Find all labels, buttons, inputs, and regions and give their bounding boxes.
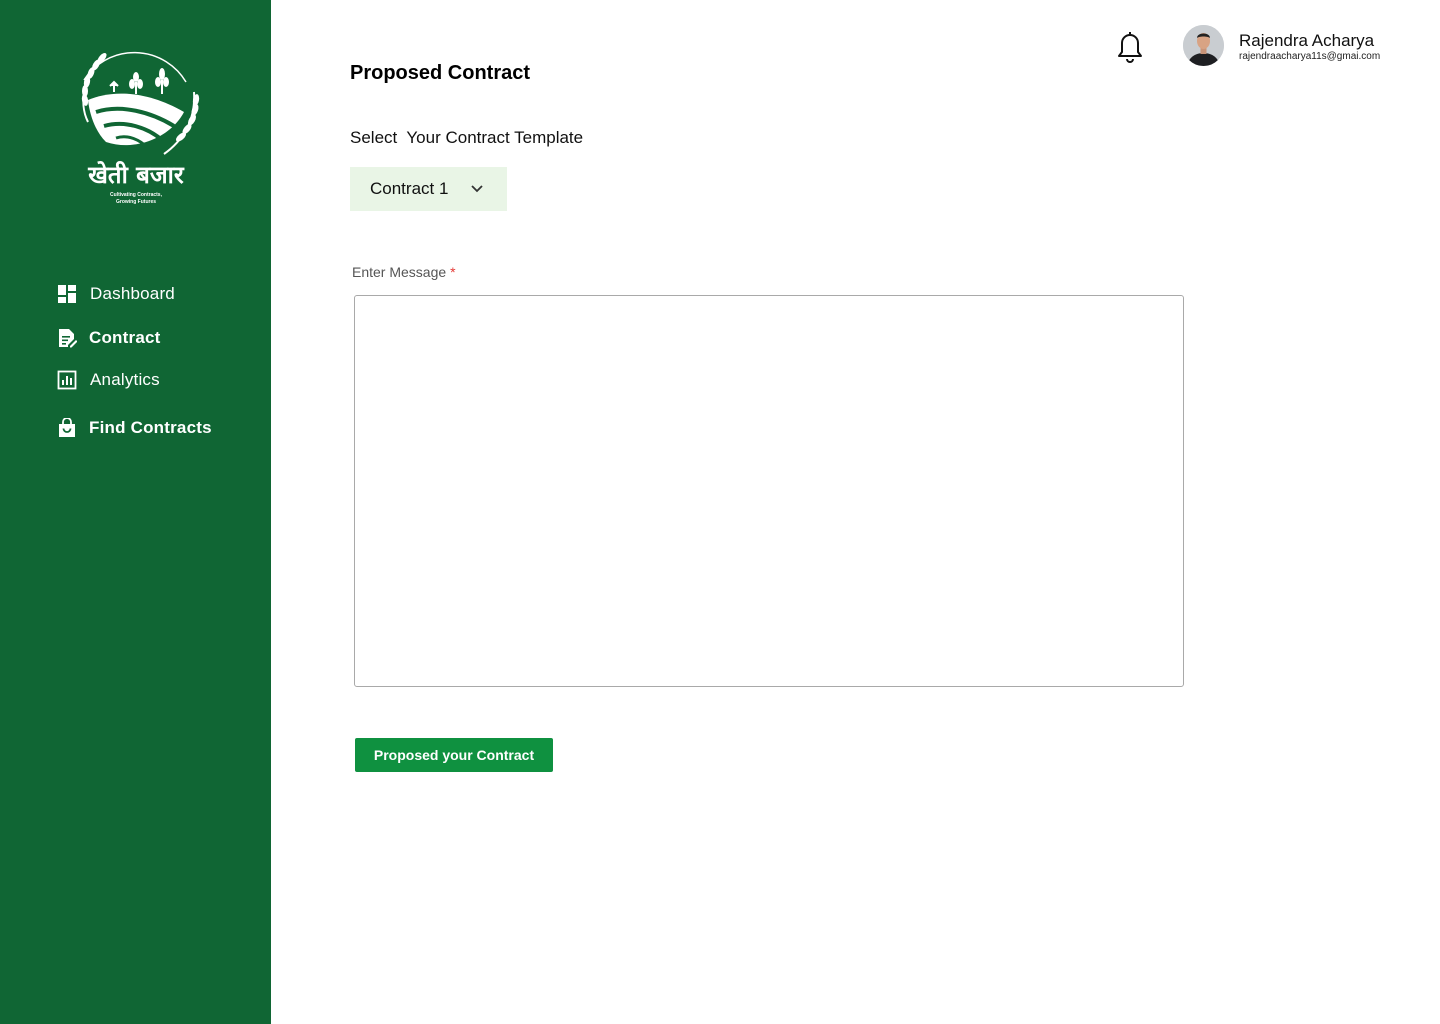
brand-tagline-line2: Growing Futures [116, 199, 156, 205]
sidebar: खेती बजार Cultivating Contracts, Growing… [0, 0, 271, 1024]
contract-template-dropdown[interactable]: Contract 1 [350, 167, 507, 211]
user-name: Rajendra Acharya [1239, 31, 1375, 50]
message-field-label: Enter Message * [352, 264, 456, 280]
message-textarea[interactable] [354, 295, 1184, 687]
sidebar-item-label: Contract [89, 328, 161, 347]
contract-icon [59, 329, 77, 348]
page-title: Proposed Contract [350, 62, 531, 84]
farm-logo-icon [81, 51, 200, 155]
notification-bell-icon[interactable] [1112, 28, 1148, 64]
brand-logo[interactable]: खेती बजार Cultivating Contracts, Growing… [66, 42, 206, 208]
brand-tagline-line1: Cultivating Contracts, [110, 192, 162, 198]
brand-name: खेती बजार [88, 161, 184, 189]
bell-icon [1118, 32, 1142, 63]
sidebar-item-dashboard[interactable]: Dashboard [57, 284, 175, 304]
message-label-text: Enter Message [352, 264, 447, 280]
sidebar-item-label: Find Contracts [89, 418, 212, 437]
sidebar-item-label: Analytics [90, 370, 160, 389]
dropdown-selected-value: Contract 1 [370, 179, 449, 198]
sidebar-item-find-contracts[interactable]: Find Contracts [57, 418, 212, 438]
sidebar-item-label: Dashboard [90, 284, 175, 303]
user-avatar-icon [1183, 25, 1224, 66]
avatar[interactable] [1183, 25, 1224, 66]
shopping-bag-icon [59, 418, 75, 437]
sidebar-item-contract[interactable]: Contract [57, 328, 161, 348]
analytics-icon [57, 370, 77, 390]
propose-contract-button[interactable]: Proposed your Contract [355, 738, 553, 772]
chevron-down-icon [471, 185, 483, 193]
template-select-label: Select Your Contract Template [350, 128, 584, 147]
user-email: rajendraacharya11s@gmai.com [1239, 51, 1381, 62]
required-marker: * [450, 264, 456, 280]
sidebar-item-analytics[interactable]: Analytics [57, 370, 160, 390]
dashboard-icon [58, 285, 76, 303]
